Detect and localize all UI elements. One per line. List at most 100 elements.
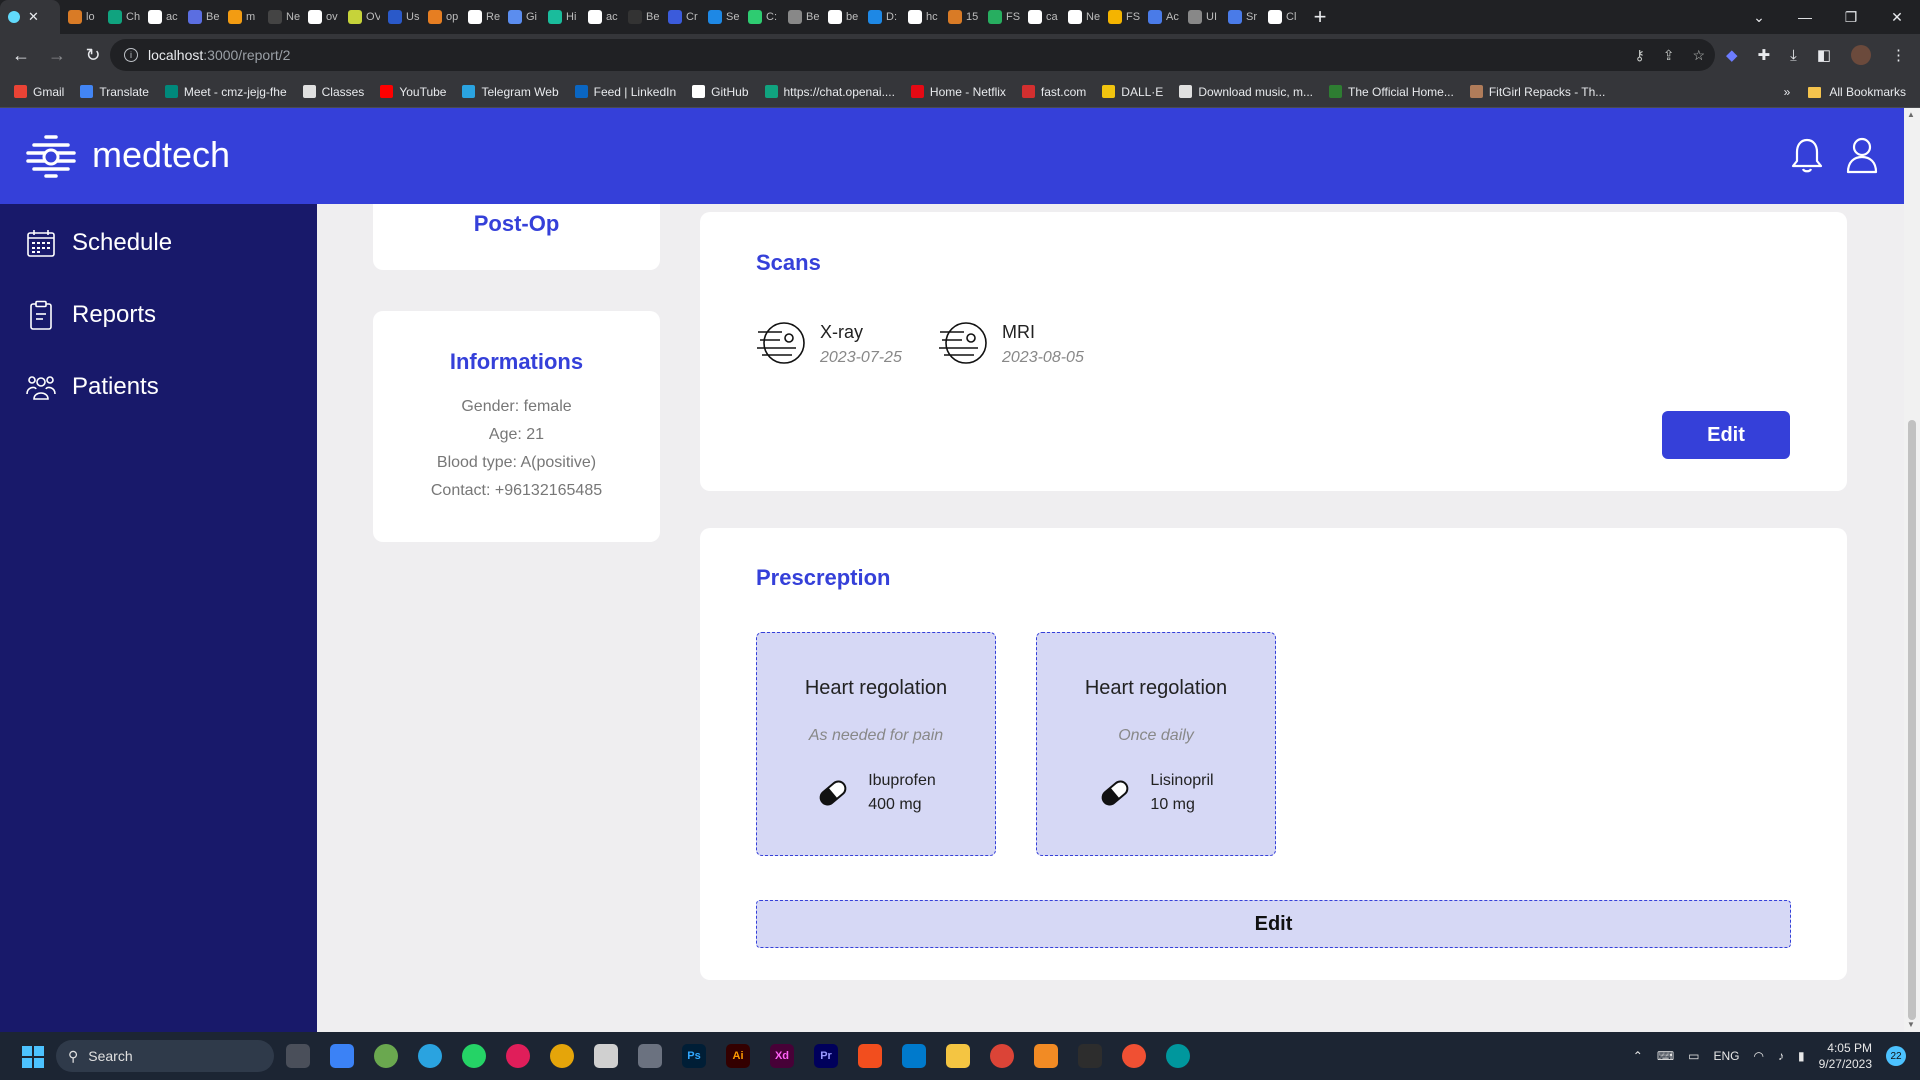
sidebar-item-patients[interactable]: Patients bbox=[26, 372, 159, 402]
more-bookmarks-icon[interactable]: » bbox=[1784, 85, 1791, 99]
browser-tab[interactable]: Cr bbox=[660, 0, 700, 34]
chrome-icon[interactable] bbox=[550, 1044, 574, 1068]
premiere-icon[interactable]: Pr bbox=[814, 1044, 838, 1068]
reload-button[interactable]: ↻ bbox=[78, 40, 108, 70]
browser-tab[interactable]: D: bbox=[860, 0, 900, 34]
browser-tab[interactable]: ov bbox=[300, 0, 340, 34]
task-view-icon[interactable] bbox=[286, 1044, 310, 1068]
chrome-active-icon[interactable] bbox=[990, 1044, 1014, 1068]
browser-tab[interactable]: hc bbox=[900, 0, 940, 34]
bookmark-item[interactable]: DALL·E bbox=[1102, 85, 1163, 99]
all-bookmarks-button[interactable]: All Bookmarks bbox=[1808, 85, 1906, 99]
tab-search-icon[interactable]: ⌄ bbox=[1736, 0, 1782, 34]
browser-tab[interactable]: Ch bbox=[100, 0, 140, 34]
browser-tab[interactable]: ac bbox=[140, 0, 180, 34]
vscode-icon[interactable] bbox=[902, 1044, 926, 1068]
arduino-icon[interactable] bbox=[1166, 1044, 1190, 1068]
scroll-down-icon[interactable]: ▼ bbox=[1907, 1020, 1915, 1029]
browser-tab[interactable]: op bbox=[420, 0, 460, 34]
scroll-up-icon[interactable]: ▲ bbox=[1907, 110, 1915, 119]
extension-icon[interactable]: ◆ bbox=[1726, 46, 1738, 64]
browser-tab[interactable]: Hi bbox=[540, 0, 580, 34]
minimize-button[interactable]: — bbox=[1782, 0, 1828, 34]
browser-tab[interactable]: OV bbox=[340, 0, 380, 34]
calculator-icon[interactable] bbox=[638, 1044, 662, 1068]
browser-tab[interactable]: ca bbox=[1020, 0, 1060, 34]
browser-tab[interactable]: UI bbox=[1180, 0, 1220, 34]
new-tab-button[interactable]: + bbox=[1300, 4, 1340, 30]
profile-avatar[interactable] bbox=[1851, 45, 1871, 65]
display-icon[interactable]: ▭ bbox=[1688, 1049, 1699, 1063]
sidebar-item-reports[interactable]: Reports bbox=[26, 300, 156, 330]
download-icon[interactable]: ⤓ bbox=[1790, 47, 1797, 64]
browser-tab[interactable]: Sr bbox=[1220, 0, 1260, 34]
browser-tab[interactable]: lo bbox=[60, 0, 100, 34]
browser-tab[interactable]: Ac bbox=[1140, 0, 1180, 34]
git-icon[interactable] bbox=[1122, 1044, 1146, 1068]
restore-button[interactable]: ❐ bbox=[1828, 0, 1874, 34]
address-bar[interactable]: i localhost:3000/report/2 ⚷ ⇪ ☆ bbox=[110, 39, 1715, 71]
close-window-button[interactable]: ✕ bbox=[1874, 0, 1920, 34]
browser-tab[interactable]: m bbox=[220, 0, 260, 34]
bookmark-item[interactable]: Meet - cmz-jejg-fhe bbox=[164, 85, 287, 99]
bookmark-item[interactable]: Classes bbox=[302, 85, 364, 99]
volume-icon[interactable]: ♪ bbox=[1778, 1049, 1784, 1063]
browser-tab[interactable]: Re bbox=[460, 0, 500, 34]
file-explorer-icon[interactable] bbox=[946, 1044, 970, 1068]
browser-tab[interactable]: Ne bbox=[260, 0, 300, 34]
bookmark-item[interactable]: Telegram Web bbox=[462, 85, 559, 99]
scrollbar-thumb[interactable] bbox=[1908, 420, 1916, 1020]
page-scrollbar[interactable]: ▲ ▼ bbox=[1904, 108, 1920, 1032]
site-info-icon[interactable]: i bbox=[124, 48, 138, 62]
bell-icon[interactable] bbox=[1790, 136, 1824, 174]
scan-item[interactable]: MRI 2023-08-05 bbox=[938, 320, 1084, 367]
chevron-up-icon[interactable]: ⌃ bbox=[1633, 1049, 1643, 1063]
battery-icon[interactable]: ▮ bbox=[1798, 1049, 1805, 1063]
xampp-icon[interactable] bbox=[1034, 1044, 1058, 1068]
close-tab-icon[interactable]: ✕ bbox=[28, 9, 39, 25]
bookmark-item[interactable]: https://chat.openai.... bbox=[764, 85, 895, 99]
browser-tab[interactable]: Ne bbox=[1060, 0, 1100, 34]
obs-icon[interactable] bbox=[374, 1044, 398, 1068]
keyboard-icon[interactable]: ⌨ bbox=[1657, 1049, 1674, 1063]
illustrator-icon[interactable]: Ai bbox=[726, 1044, 750, 1068]
prescription-item[interactable]: Heart regolation Once daily Lisinopril 1… bbox=[1036, 632, 1276, 856]
windows-start-icon[interactable] bbox=[22, 1046, 44, 1068]
browser-tab[interactable]: 15 bbox=[940, 0, 980, 34]
terminal-icon[interactable] bbox=[1078, 1044, 1102, 1068]
bookmark-item[interactable]: Download music, m... bbox=[1179, 85, 1313, 99]
browser-tab[interactable]: Be bbox=[180, 0, 220, 34]
whatsapp-icon[interactable] bbox=[462, 1044, 486, 1068]
browser-tab[interactable]: Be bbox=[780, 0, 820, 34]
browser-tab[interactable]: be bbox=[820, 0, 860, 34]
wifi-icon[interactable]: ◠ bbox=[1754, 1049, 1764, 1063]
browser-tab[interactable]: Be bbox=[620, 0, 660, 34]
telegram-icon[interactable] bbox=[418, 1044, 442, 1068]
bookmark-star-icon[interactable]: ☆ bbox=[1692, 47, 1705, 64]
key-icon[interactable]: ⚷ bbox=[1634, 47, 1644, 64]
clock[interactable]: 4:05 PM 9/27/2023 bbox=[1819, 1040, 1872, 1072]
scan-item[interactable]: X-ray 2023-07-25 bbox=[756, 320, 902, 367]
brand-name[interactable]: medtech bbox=[92, 134, 230, 176]
bookmark-item[interactable]: Home - Netflix bbox=[910, 85, 1006, 99]
bookmark-item[interactable]: GitHub bbox=[692, 85, 749, 99]
browser-tab[interactable]: Us bbox=[380, 0, 420, 34]
share-icon[interactable]: ⇪ bbox=[1663, 47, 1675, 64]
browser-tab[interactable]: FS bbox=[1100, 0, 1140, 34]
browser-tab[interactable]: ac bbox=[580, 0, 620, 34]
puzzle-icon[interactable]: ✚ bbox=[1758, 46, 1771, 64]
browser-tab[interactable]: Se bbox=[700, 0, 740, 34]
prescription-item[interactable]: Heart regolation As needed for pain Ibup… bbox=[756, 632, 996, 856]
browser-tab[interactable]: Gi bbox=[500, 0, 540, 34]
scans-edit-button[interactable]: Edit bbox=[1662, 411, 1790, 459]
browser-tab[interactable]: Cl bbox=[1260, 0, 1300, 34]
user-icon[interactable] bbox=[1845, 136, 1879, 174]
figma-icon[interactable] bbox=[858, 1044, 882, 1068]
photoshop-icon[interactable]: Ps bbox=[682, 1044, 706, 1068]
prescription-edit-button[interactable]: Edit bbox=[756, 900, 1791, 948]
notepad-icon[interactable] bbox=[330, 1044, 354, 1068]
bookmark-item[interactable]: Gmail bbox=[14, 85, 64, 99]
side-panel-icon[interactable]: ◧ bbox=[1817, 46, 1831, 64]
forward-button[interactable]: → bbox=[42, 40, 72, 70]
browser-tab[interactable]: C: bbox=[740, 0, 780, 34]
